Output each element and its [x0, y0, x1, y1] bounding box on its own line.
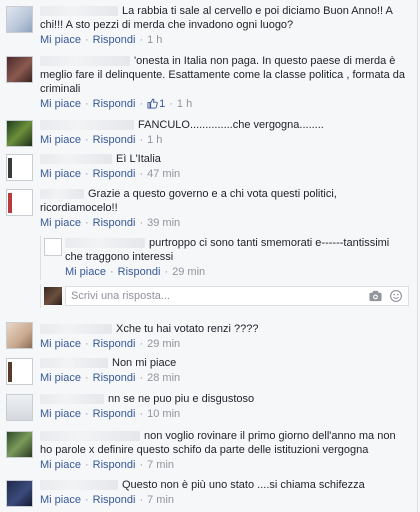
comment-text: purtroppo ci sono tanti smemorati e-----… [65, 237, 390, 263]
emoji-icon[interactable] [390, 290, 402, 302]
timestamp[interactable]: 7 min [147, 494, 174, 506]
comment-actions: Mi piace · Rispondi · 39 min [40, 217, 181, 229]
comment-text: Grazie a questo governo e a chi vota que… [40, 188, 337, 214]
comment-actions: Mi piace · Rispondi · 7 min [40, 459, 175, 471]
avatar[interactable] [6, 480, 33, 507]
author-name[interactable] [40, 120, 134, 131]
like-link[interactable]: Mi piace [40, 459, 81, 471]
timestamp[interactable]: 39 min [147, 217, 180, 229]
avatar[interactable] [6, 56, 33, 83]
author-name[interactable] [40, 189, 84, 200]
comment-actions: Mi piace · Rispondi · 1 h [40, 34, 163, 46]
thumbs-up-icon [147, 98, 158, 109]
avatar[interactable] [6, 322, 33, 349]
avatar[interactable] [6, 189, 33, 216]
like-link[interactable]: Mi piace [40, 217, 81, 229]
reply-link[interactable]: Rispondi [93, 168, 136, 180]
author-name[interactable] [40, 358, 108, 369]
avatar[interactable] [6, 6, 33, 33]
like-link[interactable]: Mi piace [40, 408, 81, 420]
comment-actions: Mi piace · Rispondi · 28 min [40, 372, 181, 384]
timestamp[interactable]: 1 h [147, 34, 162, 46]
author-name[interactable] [40, 6, 118, 17]
avatar[interactable] [6, 358, 33, 385]
comment-actions: Mi piace · Rispondi · 7 min [40, 494, 175, 506]
author-name[interactable] [40, 480, 118, 491]
reply-link[interactable]: Rispondi [93, 217, 136, 229]
timestamp[interactable]: 29 min [172, 266, 205, 278]
avatar[interactable] [6, 154, 33, 181]
like-link[interactable]: Mi piace [40, 338, 81, 350]
reply-link[interactable]: Rispondi [93, 459, 136, 471]
comment-text: Xche tu hai votato renzi ???? [40, 322, 408, 336]
like-link[interactable]: Mi piace [65, 266, 106, 278]
comment-actions: Mi piace · Rispondi · 47 min [40, 168, 181, 180]
comment-actions: Mi piace · Rispondi · 29 min [40, 338, 181, 350]
author-name[interactable] [40, 431, 140, 442]
comment-actions: Mi piace · Rispondi · 1 · 1 h [40, 98, 193, 110]
timestamp[interactable]: 7 min [147, 459, 174, 471]
timestamp[interactable]: 28 min [147, 372, 180, 384]
comment-actions: Mi piace · Rispondi · 29 min [65, 266, 206, 278]
like-link[interactable]: Mi piace [40, 134, 81, 146]
reply-link[interactable]: Rispondi [93, 34, 136, 46]
reply-composer: Scrivi una risposta... [40, 284, 411, 308]
like-link[interactable]: Mi piace [40, 494, 81, 506]
comment-text: Non mi piace [40, 356, 408, 370]
comment-text: La rabbia ti sale al cervello e poi dici… [40, 5, 393, 31]
reply-item: purtroppo ci sono tanti smemorati e-----… [40, 236, 411, 280]
avatar[interactable] [6, 120, 33, 147]
comment-text: FANCULO..............che vergogna.......… [40, 118, 408, 132]
reply-input[interactable]: Scrivi una risposta... [65, 286, 409, 306]
like-link[interactable]: Mi piace [40, 168, 81, 180]
avatar[interactable] [6, 431, 33, 458]
comment-actions: Mi piace · Rispondi · 10 min [40, 408, 181, 420]
reply-link[interactable]: Rispondi [118, 266, 161, 278]
timestamp[interactable]: 47 min [147, 168, 180, 180]
author-name[interactable] [40, 324, 112, 335]
comment-actions: Mi piace · Rispondi · 1 h [40, 134, 163, 146]
avatar[interactable] [6, 394, 33, 421]
comment-text: nn se ne puo piu e disgustoso [40, 392, 408, 406]
reply-link[interactable]: Rispondi [93, 134, 136, 146]
camera-icon[interactable] [369, 290, 382, 302]
like-link[interactable]: Mi piace [40, 98, 81, 110]
reply-link[interactable]: Rispondi [93, 338, 136, 350]
author-name[interactable] [40, 56, 130, 67]
comment-text: Eì L'Italia [40, 152, 408, 166]
like-link[interactable]: Mi piace [40, 34, 81, 46]
reply-placeholder: Scrivi una risposta... [71, 290, 171, 302]
page-divider [417, 0, 418, 512]
timestamp[interactable]: 1 h [177, 98, 192, 110]
timestamp[interactable]: 1 h [147, 134, 162, 146]
author-name[interactable] [40, 154, 112, 165]
like-count[interactable]: 1 [147, 98, 165, 110]
reply-link[interactable]: Rispondi [93, 408, 136, 420]
reply-link[interactable]: Rispondi [93, 372, 136, 384]
comment-text: non voglio rovinare il primo giorno dell… [40, 430, 396, 456]
author-name[interactable] [40, 394, 104, 405]
like-link[interactable]: Mi piace [40, 372, 81, 384]
reply-link[interactable]: Rispondi [93, 98, 136, 110]
avatar[interactable] [44, 238, 62, 256]
timestamp[interactable]: 29 min [147, 338, 180, 350]
comment-text: Questo non è più uno stato ....si chiama… [40, 478, 408, 492]
timestamp[interactable]: 10 min [147, 408, 180, 420]
comment-text: 'onesta in Italia non paga. In questo pa… [40, 55, 406, 95]
avatar[interactable] [44, 287, 62, 305]
reply-link[interactable]: Rispondi [93, 494, 136, 506]
author-name[interactable] [65, 238, 145, 249]
